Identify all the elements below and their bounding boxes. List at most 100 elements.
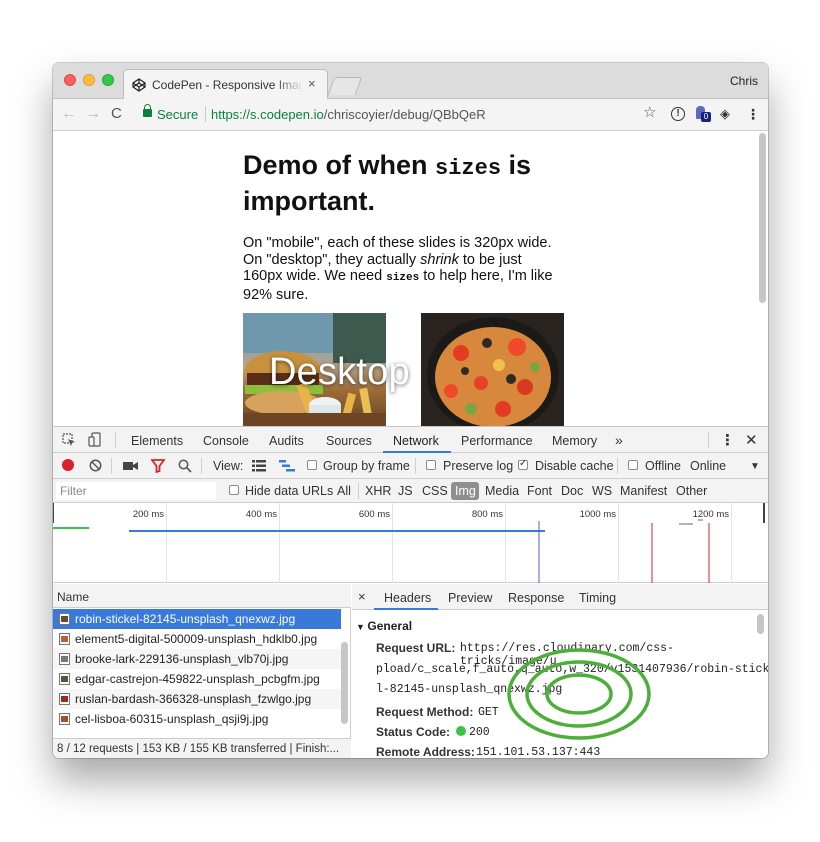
chevron-down-icon[interactable]: ▼	[750, 461, 760, 472]
large-rows-icon[interactable]	[252, 460, 266, 472]
table-row[interactable]: brooke-lark-229136-unsplash_vlb70j.jpg	[53, 649, 341, 669]
image-thumbnail-icon	[59, 613, 70, 625]
filter-funnel-icon[interactable]	[151, 459, 165, 473]
camera-icon[interactable]	[123, 461, 138, 471]
tab-preview[interactable]: Preview	[448, 591, 492, 605]
clear-icon[interactable]	[89, 459, 102, 472]
tab-performance[interactable]: Performance	[461, 434, 533, 448]
extension-badge-icon[interactable]: 0	[695, 106, 711, 122]
disable-cache-checkbox[interactable]	[518, 458, 528, 470]
device-toolbar-icon[interactable]	[88, 432, 102, 448]
codepen-logo-icon	[132, 78, 146, 92]
tab-console[interactable]: Console	[203, 434, 249, 448]
status-code-key: Status Code:	[376, 725, 451, 739]
network-timeline[interactable]: 200 ms 400 ms 600 ms 800 ms 1000 ms 1200…	[53, 503, 768, 583]
preserve-log-label: Preserve log	[443, 459, 514, 473]
record-icon[interactable]	[62, 459, 74, 471]
reload-icon[interactable]: C	[111, 106, 122, 122]
address-bar[interactable]: Secure https://s.codepen.io/chriscoyier/…	[135, 103, 665, 127]
filter-input[interactable]: Filter	[56, 482, 216, 500]
page-viewport: Demo of when sizes is important. On "mob…	[53, 131, 768, 426]
table-row[interactable]: cel-lisboa-60315-unsplash_qsji9j.jpg	[53, 709, 341, 729]
table-row[interactable]: robin-stickel-82145-unsplash_qnexwz.jpg	[53, 609, 341, 629]
triangle-down-icon: ▼	[356, 622, 368, 632]
disable-cache-label: Disable cache	[535, 459, 614, 473]
group-by-frame-checkbox[interactable]	[307, 460, 317, 470]
tab-timing[interactable]: Timing	[579, 591, 616, 605]
close-detail-button[interactable]: ×	[358, 589, 366, 604]
bookmark-star-icon[interactable]: ☆	[643, 105, 656, 120]
image-thumbnail-icon	[59, 653, 70, 665]
hide-data-urls-label: Hide data URLs	[245, 484, 334, 498]
overlay-label: Desktop	[269, 351, 410, 393]
type-filter-js[interactable]: JS	[398, 484, 413, 498]
type-filter-css[interactable]: CSS	[422, 484, 448, 498]
tab-headers[interactable]: Headers	[384, 591, 431, 605]
layers-extension-icon[interactable]: ◈	[720, 107, 730, 121]
request-method-value: GET	[478, 706, 499, 719]
group-by-frame-label: Group by frame	[323, 459, 410, 473]
filter-bar: Filter Hide data URLs All XHR JS CSS Img…	[53, 479, 768, 503]
type-filter-img[interactable]: Img	[455, 484, 476, 498]
url-text[interactable]: https://s.codepen.io/chriscoyier/debug/Q…	[211, 107, 486, 122]
type-filter-other[interactable]: Other	[676, 484, 707, 498]
devtools-panel: Elements Console Audits Sources Network …	[53, 426, 768, 758]
general-section-toggle[interactable]: ▼ General	[356, 619, 412, 633]
new-tab-button[interactable]	[327, 77, 363, 95]
details-scrollbar[interactable]	[757, 614, 764, 634]
tab-audits[interactable]: Audits	[269, 434, 304, 448]
browser-tab[interactable]: CodePen - Responsive Images ×	[123, 69, 328, 99]
info-extension-icon[interactable]: !	[671, 107, 685, 121]
paella-photo	[421, 313, 564, 426]
type-filter-font[interactable]: Font	[527, 484, 552, 498]
table-row[interactable]: edgar-castrejon-459822-unsplash_pcbgfm.j…	[53, 669, 341, 689]
zoom-window-button[interactable]	[102, 74, 114, 86]
tab-memory[interactable]: Memory	[552, 434, 597, 448]
tab-network[interactable]: Network	[393, 434, 439, 448]
lock-icon	[143, 104, 152, 117]
more-tabs-button[interactable]: »	[615, 432, 623, 448]
name-column-header[interactable]: Name	[53, 584, 351, 608]
tab-sources[interactable]: Sources	[326, 434, 372, 448]
image-thumbnail-icon	[59, 713, 70, 725]
hide-data-urls-checkbox[interactable]	[229, 485, 239, 495]
profile-name[interactable]: Chris	[730, 74, 758, 88]
inspect-element-icon[interactable]	[62, 433, 76, 447]
status-code-value: 200	[469, 726, 490, 739]
type-filter-xhr[interactable]: XHR	[365, 484, 391, 498]
devtools-menu-icon[interactable]: ⋮	[720, 431, 735, 449]
type-filter-media[interactable]: Media	[485, 484, 519, 498]
waterfall-icon[interactable]	[279, 460, 295, 472]
offline-checkbox[interactable]	[628, 460, 638, 470]
devtools-close-icon[interactable]: ✕	[745, 431, 758, 449]
image-thumbnail-icon	[59, 693, 70, 705]
requests-list: Name robin-stickel-82145-unsplash_qnexwz…	[53, 584, 351, 758]
network-status-bar: 8 / 12 requests | 153 KB / 155 KB transf…	[53, 738, 351, 758]
type-filter-ws[interactable]: WS	[592, 484, 612, 498]
type-filter-all[interactable]: All	[337, 484, 351, 498]
close-window-button[interactable]	[64, 74, 76, 86]
tab-strip: CodePen - Responsive Images × Chris	[53, 63, 768, 99]
table-row[interactable]: element5-digital-500009-unsplash_hdklb0.…	[53, 629, 341, 649]
requests-scrollbar[interactable]	[341, 642, 348, 724]
throttling-select[interactable]: Online	[690, 459, 726, 473]
page-scrollbar[interactable]	[759, 133, 766, 303]
type-filter-manifest[interactable]: Manifest	[620, 484, 667, 498]
request-url-key: Request URL:	[376, 641, 456, 655]
table-row[interactable]: ruslan-bardash-366328-unsplash_fzwlgo.jp…	[53, 689, 341, 709]
tab-close-button[interactable]: ×	[308, 76, 316, 91]
status-ok-icon	[456, 726, 466, 736]
image-thumbnail-icon	[59, 633, 70, 645]
secure-label: Secure	[157, 107, 199, 122]
preserve-log-checkbox[interactable]	[426, 460, 436, 470]
tab-elements[interactable]: Elements	[131, 434, 183, 448]
view-label: View:	[213, 459, 244, 473]
offline-label: Offline	[645, 459, 681, 473]
minimize-window-button[interactable]	[83, 74, 95, 86]
tab-response[interactable]: Response	[508, 591, 564, 605]
forward-arrow-icon[interactable]: →	[85, 106, 101, 122]
browser-menu-icon[interactable]: ⋮	[746, 107, 760, 121]
search-icon[interactable]	[178, 459, 192, 473]
back-arrow-icon[interactable]: ←	[61, 106, 77, 122]
type-filter-doc[interactable]: Doc	[561, 484, 583, 498]
